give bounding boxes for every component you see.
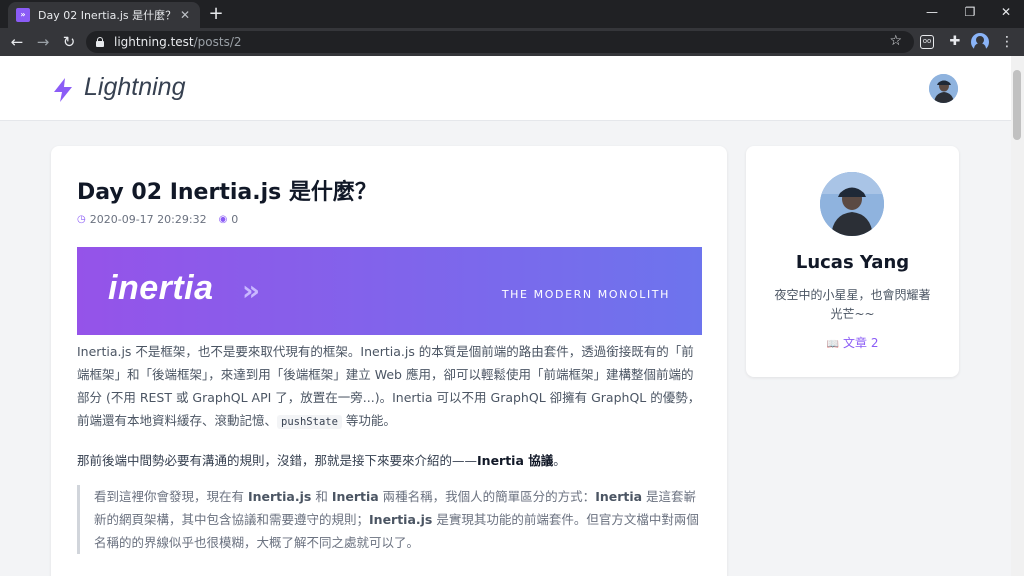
- browser-tab-bar: » Day 02 Inertia.js 是什麼？ - Lightning ✕ +…: [0, 0, 1024, 28]
- bold-text: Inertia.js: [247, 489, 312, 504]
- clock-icon: ◷: [77, 214, 86, 225]
- posts-count: 文章 2: [843, 336, 879, 350]
- bold-text: Inertia 協議: [477, 453, 554, 468]
- article-paragraph-2: 那前後端中間勢必要有溝通的規則，沒錯，那就是接下來要來介紹的——Inertia …: [77, 449, 703, 472]
- article-blockquote: 看到這裡你會發現，現在有 Inertia.js 和 Inertia 兩種名稱，我…: [77, 485, 703, 554]
- article-paragraph-1: Inertia.js 不是框架，也不是要來取代現有的框架。Inertia.js …: [77, 340, 703, 434]
- book-icon: 📖: [826, 339, 839, 350]
- author-bio: 夜空中的小星星，也會閃耀著光芒~~: [774, 288, 931, 321]
- author-profile-card: Lucas Yang 夜空中的小星星，也會閃耀著光芒~~ 📖 文章 2: [746, 146, 959, 377]
- article-title: Day 02 Inertia.js 是什麼？: [77, 180, 377, 205]
- avatar-image: [820, 172, 884, 236]
- profile-icon[interactable]: [971, 33, 989, 51]
- url-host: lightning.test: [114, 35, 194, 49]
- paragraph-text: 等功能。: [341, 413, 396, 428]
- new-tab-button[interactable]: +: [206, 4, 226, 24]
- quote-text: 看到這裡你會發現，現在有: [94, 489, 248, 504]
- paragraph-text: 。: [553, 453, 566, 468]
- tab-title: Day 02 Inertia.js 是什麼？ - Lightning: [38, 9, 174, 22]
- lightning-icon[interactable]: [52, 78, 74, 102]
- site-header: Lightning: [0, 56, 1011, 121]
- tab-close-icon[interactable]: ✕: [178, 8, 192, 22]
- author-avatar: [820, 172, 884, 236]
- menu-icon[interactable]: ⋮: [998, 33, 1016, 51]
- user-avatar[interactable]: [929, 74, 958, 103]
- window-restore-button[interactable]: ❐: [951, 0, 989, 24]
- puzzle-icon[interactable]: ✚: [946, 33, 964, 51]
- article-date: 2020-09-17 20:29:32: [89, 213, 207, 226]
- bold-text: Inertia: [595, 489, 643, 504]
- eye-icon: ◉: [218, 214, 228, 225]
- article-card: Day 02 Inertia.js 是什麼？ ◷ 2020-09-17 20:2…: [51, 146, 727, 576]
- paragraph-text: 那前後端中間勢必要有溝通的規則，沒錯，那就是接下來要來介紹的——: [77, 453, 478, 468]
- tab-favicon-icon: »: [16, 8, 30, 22]
- bold-text: Inertia: [331, 489, 379, 504]
- avatar-image: [929, 74, 958, 103]
- url-path: /posts/2: [193, 35, 242, 49]
- page-viewport: Lightning Day 02 Inertia.js 是什麼？ ◷ 2020-…: [0, 56, 1024, 576]
- back-arrow-icon[interactable]: ←: [7, 32, 27, 52]
- quote-text: 兩種名稱，我個人的簡單區分的方式：: [378, 489, 596, 504]
- views-count: 0: [231, 213, 239, 226]
- bold-text: Inertia.js: [369, 512, 433, 527]
- bookmark-star-icon[interactable]: ☆: [889, 33, 902, 49]
- lock-icon[interactable]: [96, 37, 104, 47]
- browser-toolbar: ← → ↻ lightning.test/posts/2 ☆ oo ✚ ⋮: [0, 28, 1024, 56]
- article-views: ◉ 0: [219, 213, 239, 226]
- author-name: Lucas Yang: [795, 252, 910, 273]
- inline-code: pushState: [277, 415, 342, 429]
- url-text[interactable]: lightning.test/posts/2: [114, 35, 242, 49]
- article-meta: ◷ 2020-09-17 20:29:32 ◉ 0: [77, 213, 238, 226]
- extension-icon[interactable]: oo: [920, 35, 934, 49]
- window-close-button[interactable]: ✕: [987, 0, 1024, 24]
- banner-chevrons-icon: »: [242, 274, 260, 307]
- page-scrollbar[interactable]: [1011, 56, 1024, 576]
- banner-logo-text: inertia: [108, 269, 214, 307]
- address-bar[interactable]: lightning.test/posts/2 ☆: [86, 31, 914, 53]
- forward-arrow-icon[interactable]: →: [33, 32, 53, 52]
- browser-tab[interactable]: » Day 02 Inertia.js 是什麼？ - Lightning ✕: [8, 2, 200, 28]
- article-banner-image: inertia » THE MODERN MONOLITH: [77, 247, 702, 335]
- quote-text: 和: [311, 489, 332, 504]
- reload-icon[interactable]: ↻: [59, 32, 79, 52]
- banner-tagline: THE MODERN MONOLITH: [501, 288, 670, 301]
- scrollbar-thumb[interactable]: [1013, 70, 1021, 140]
- window-minimize-button[interactable]: —: [913, 0, 951, 24]
- site-brand[interactable]: Lightning: [84, 73, 185, 102]
- author-posts-link[interactable]: 📖 文章 2: [746, 334, 959, 351]
